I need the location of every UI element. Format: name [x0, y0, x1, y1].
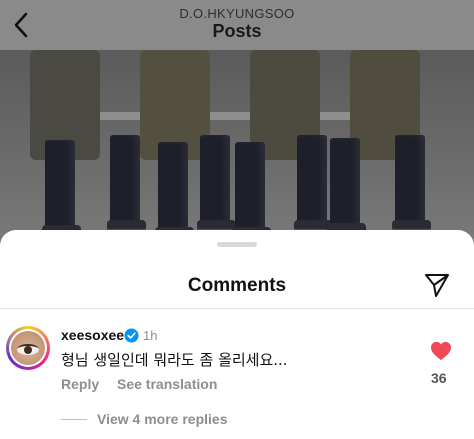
- boot: [197, 135, 236, 232]
- verified-badge-icon: [124, 328, 139, 343]
- profile-username: D.O.HKYUNGSOO: [179, 6, 295, 21]
- boot: [42, 140, 81, 237]
- comment-username[interactable]: xeesoxee: [61, 327, 124, 343]
- like-count: 36: [431, 370, 447, 386]
- comment-text: 형님 생일인데 뭐라도 좀 올리세요...: [61, 351, 288, 369]
- post-photo: [0, 50, 474, 250]
- divider: [0, 308, 474, 309]
- comment-time: 1h: [143, 328, 158, 343]
- replies-line: [61, 419, 87, 420]
- avatar-image: [11, 331, 45, 365]
- boot: [327, 138, 366, 235]
- avatar[interactable]: [6, 326, 50, 370]
- see-translation-button[interactable]: See translation: [117, 376, 217, 392]
- avatar-ring-gap: [9, 329, 47, 367]
- heart-icon[interactable]: [430, 341, 452, 361]
- drag-handle[interactable]: [217, 242, 257, 247]
- view-more-replies-button[interactable]: View 4 more replies: [97, 411, 227, 427]
- sheet-title: Comments: [187, 275, 287, 296]
- reply-button[interactable]: Reply: [61, 376, 99, 392]
- boot: [392, 135, 431, 232]
- page-title: Posts: [212, 21, 262, 41]
- boot: [155, 142, 194, 239]
- boot: [294, 135, 333, 232]
- send-icon[interactable]: [423, 271, 451, 299]
- comments-sheet: Comments xeesoxee 1h 형님 생일인데 뭐라도 좀 올리세요.…: [0, 230, 474, 439]
- pupil-graphic: [24, 346, 32, 354]
- boot: [232, 142, 271, 239]
- eye-graphic: [17, 344, 39, 355]
- boot: [107, 135, 146, 232]
- top-header: D.O.HKYUNGSOO Posts: [0, 0, 474, 50]
